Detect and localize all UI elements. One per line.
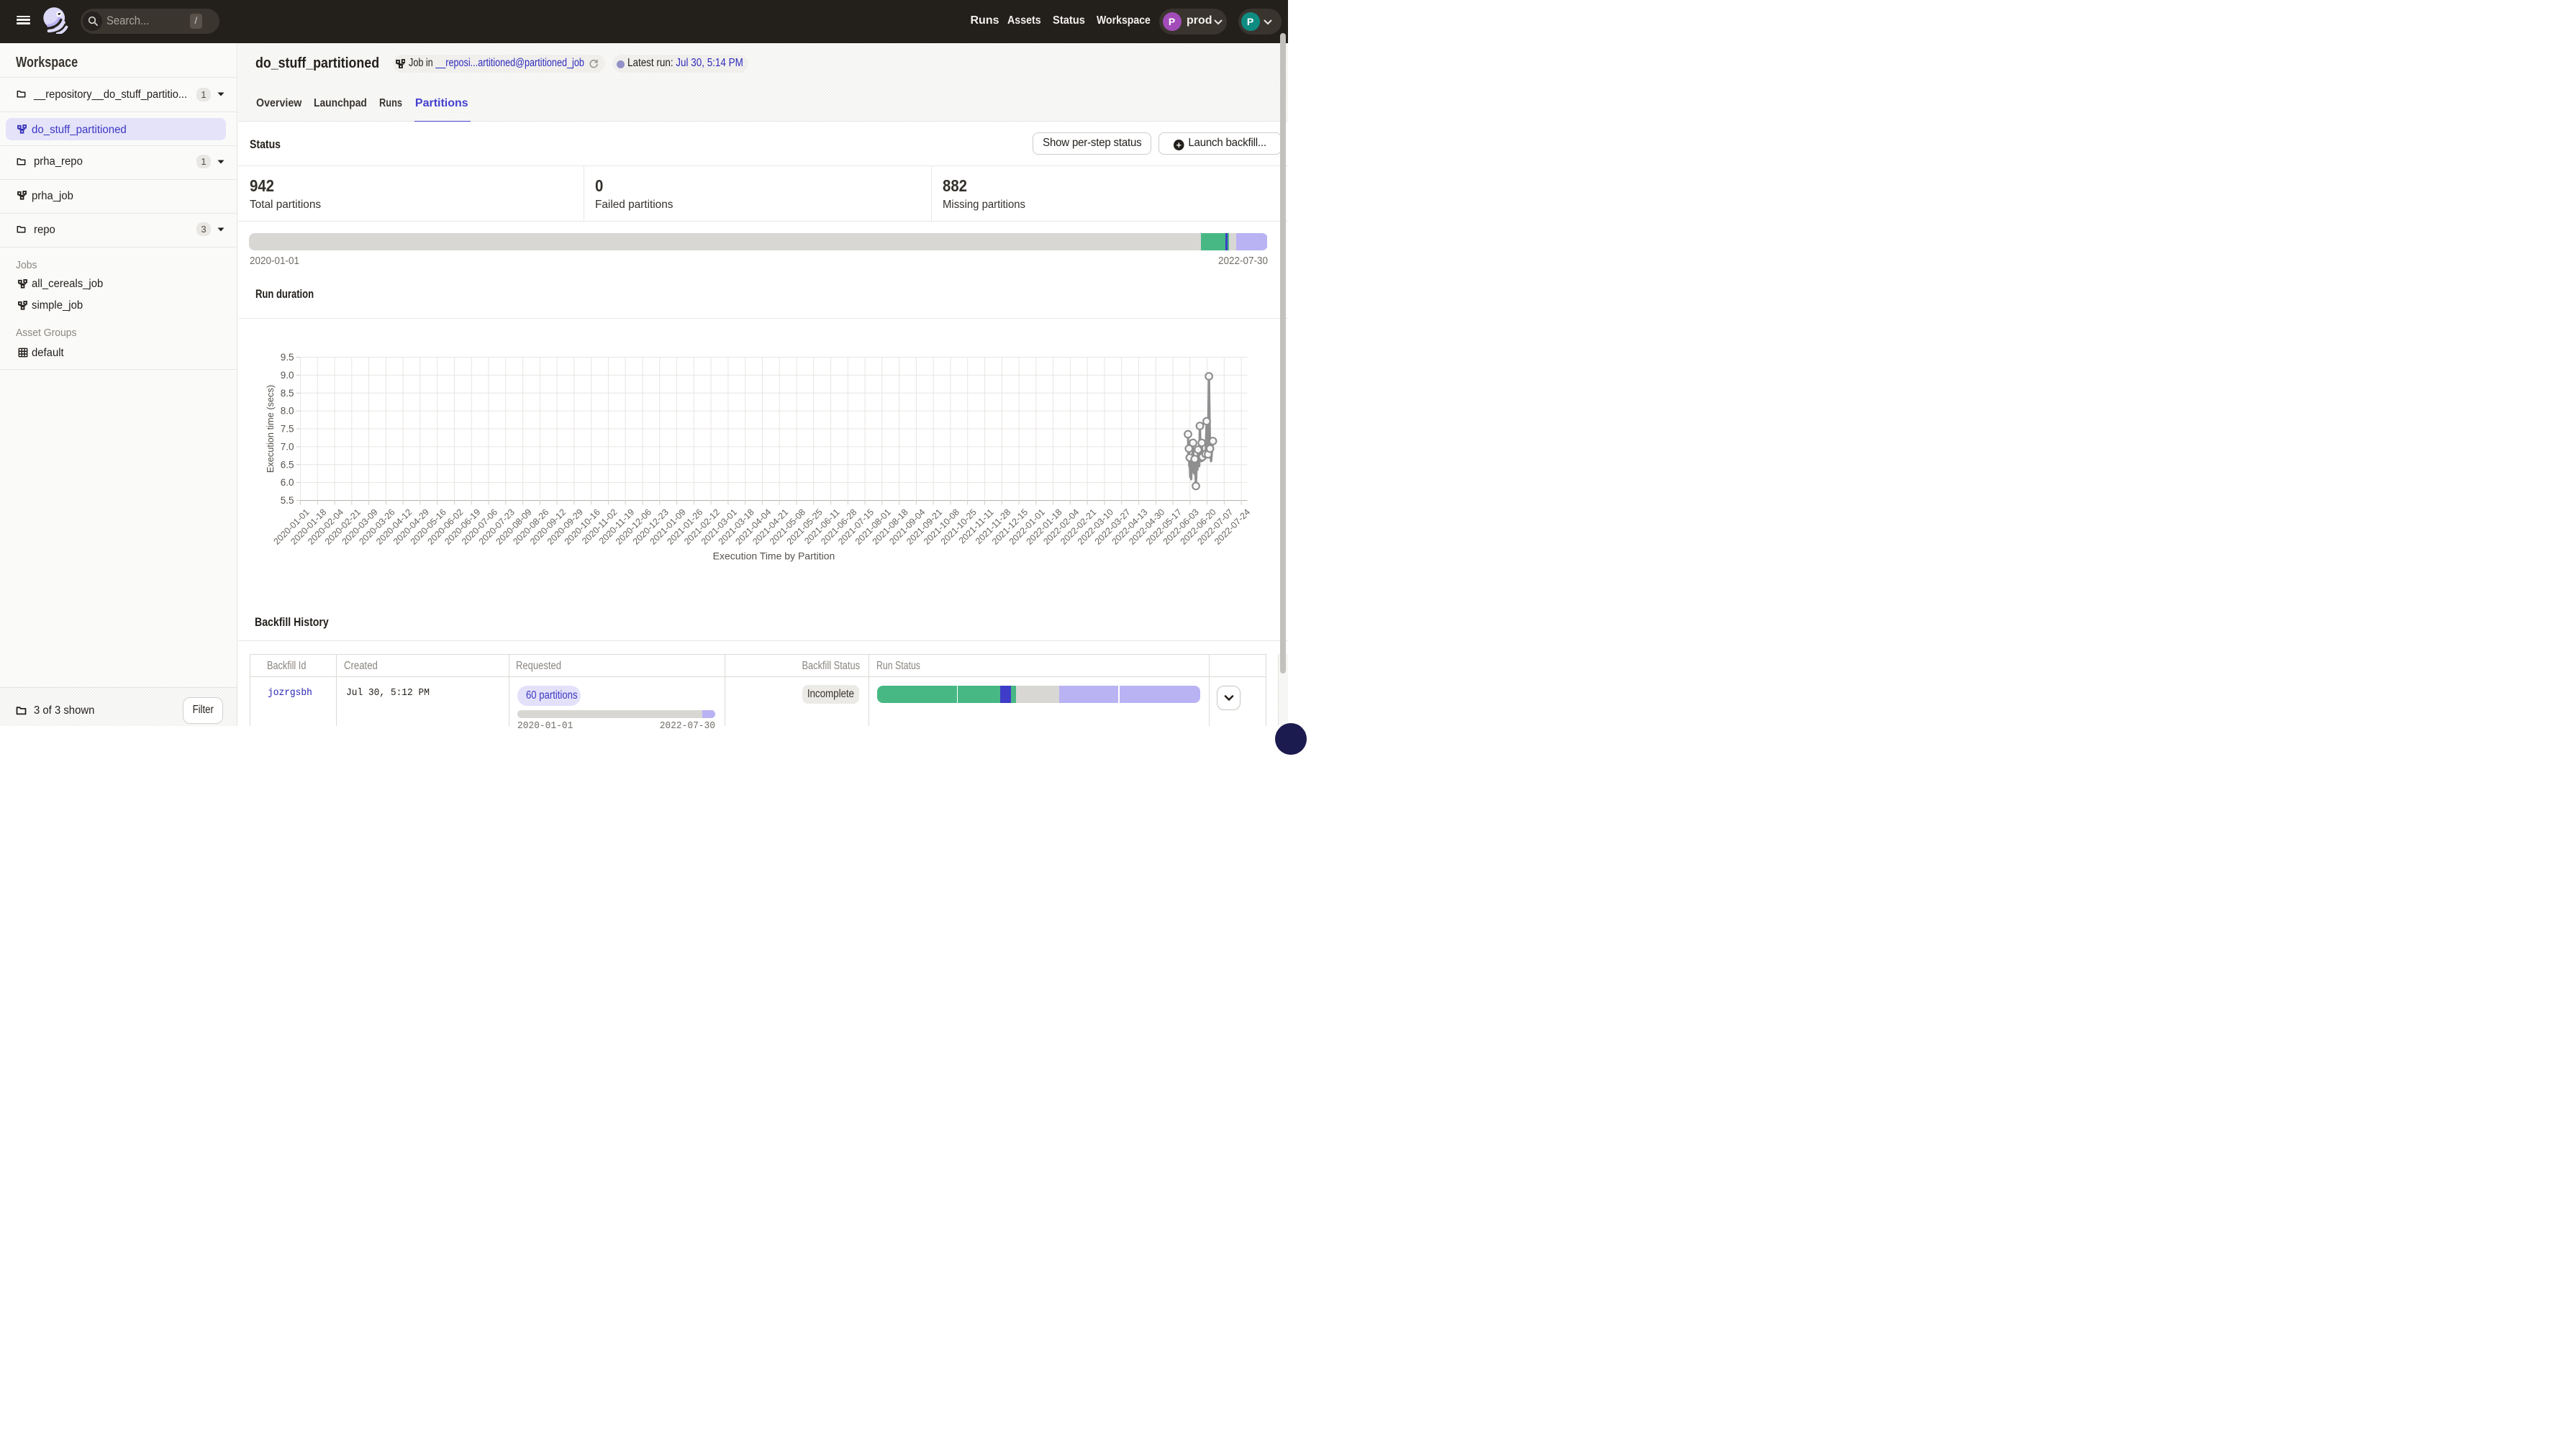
- svg-text:Execution time (secs): Execution time (secs): [265, 385, 276, 473]
- svg-text:6.0: 6.0: [281, 477, 294, 488]
- svg-text:8.5: 8.5: [281, 388, 294, 399]
- svg-text:7.5: 7.5: [281, 424, 294, 435]
- svg-text:9.5: 9.5: [281, 352, 294, 363]
- svg-text:6.5: 6.5: [281, 459, 294, 470]
- svg-text:9.0: 9.0: [281, 370, 294, 381]
- svg-text:Execution Time by Partition: Execution Time by Partition: [713, 550, 835, 562]
- svg-text:8.0: 8.0: [281, 406, 294, 417]
- svg-text:5.5: 5.5: [281, 495, 294, 506]
- svg-text:7.0: 7.0: [281, 441, 294, 452]
